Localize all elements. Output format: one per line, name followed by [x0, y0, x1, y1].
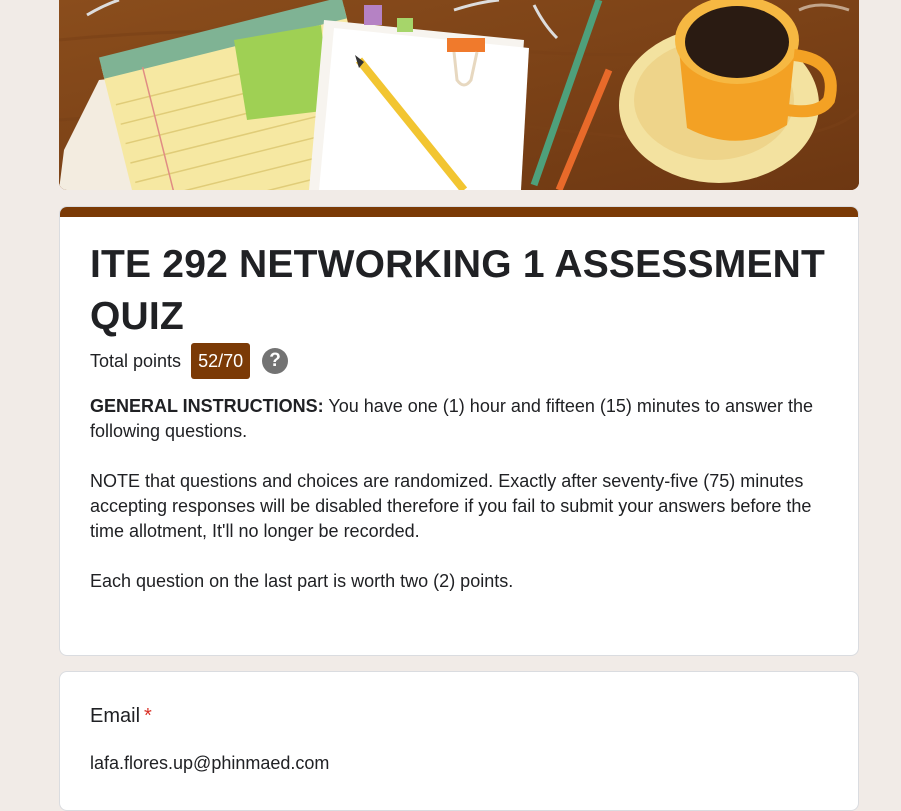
instructions-paragraph: GENERAL INSTRUCTIONS: You have one (1) h… — [90, 394, 830, 444]
note-paragraph: NOTE that questions and choices are rand… — [90, 471, 812, 541]
score-badge: 52/70 — [191, 343, 251, 379]
points-note-paragraph: Each question on the last part is worth … — [90, 571, 514, 591]
total-points-label: Total points — [90, 350, 182, 371]
form-description: GENERAL INSTRUCTIONS: You have one (1) h… — [90, 394, 830, 619]
email-value: lafa.flores.up@phinmaed.com — [90, 753, 330, 773]
email-label-text: Email — [90, 705, 141, 727]
accent-bar — [60, 207, 858, 217]
email-label: Email * — [90, 705, 152, 728]
form-header-card: ITE 292 NETWORKING 1 ASSESSMENT QUIZ Tot… — [59, 206, 859, 656]
help-circle-icon[interactable]: ? — [262, 348, 289, 374]
instructions-heading: GENERAL INSTRUCTIONS: — [90, 396, 324, 416]
email-question-card: Email * lafa.flores.up@phinmaed.com — [59, 671, 859, 811]
header-banner-image — [59, 0, 859, 190]
form-container: ITE 292 NETWORKING 1 ASSESSMENT QUIZ Tot… — [59, 0, 859, 811]
required-asterisk: * — [144, 705, 152, 727]
total-points-row: Total points 52/70 ? — [90, 343, 289, 379]
form-title: ITE 292 NETWORKING 1 ASSESSMENT QUIZ — [90, 243, 826, 338]
